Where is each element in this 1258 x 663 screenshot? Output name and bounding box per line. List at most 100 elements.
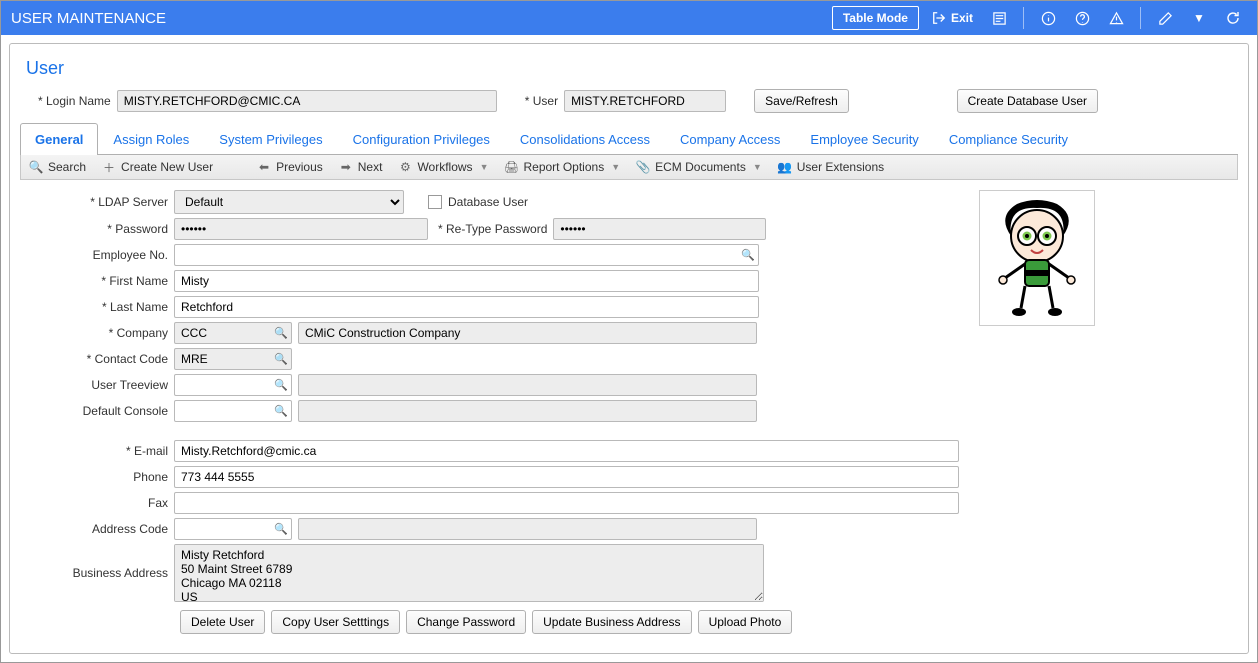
chevron-down-icon: ▼ [753,162,762,172]
upload-photo-button[interactable]: Upload Photo [698,610,793,634]
first-name-label: * First Name [26,274,174,288]
user-photo [979,190,1095,326]
arrow-right-icon: ➡ [339,160,353,174]
business-address-label: Business Address [26,566,174,580]
ecm-documents-tool[interactable]: 📎 ECM Documents ▼ [636,160,762,174]
login-name-label: * Login Name [26,94,111,108]
create-new-label: Create New User [121,160,213,174]
header-row: * Login Name * User Save/Refresh Create … [20,89,1238,113]
avatar-icon [987,198,1087,318]
alert-icon-button[interactable] [1102,6,1130,30]
tab-consolidations-access[interactable]: Consolidations Access [505,123,665,155]
previous-label: Previous [276,160,323,174]
phone-field[interactable] [174,466,959,488]
user-treeview-label: User Treeview [26,378,174,392]
ecm-documents-label: ECM Documents [655,160,746,174]
exit-icon [931,10,947,26]
add-user-icon: ＋ [102,160,116,174]
email-label: * E-mail [26,444,174,458]
user-treeview-field[interactable] [174,374,292,396]
workflows-tool[interactable]: ⚙ Workflows ▼ [398,160,488,174]
user-extensions-tool[interactable]: 👥 User Extensions [778,160,884,174]
info-icon-button[interactable] [1034,6,1062,30]
edit-icon-button[interactable] [1151,6,1179,30]
separator [1023,7,1024,29]
fax-field[interactable] [174,492,959,514]
tab-system-privileges[interactable]: System Privileges [204,123,337,155]
next-label: Next [358,160,383,174]
contact-code-label: * Contact Code [26,352,174,366]
tab-compliance-security[interactable]: Compliance Security [934,123,1083,155]
user-panel: User * Login Name * User Save/Refresh Cr… [9,43,1249,654]
default-console-field[interactable] [174,400,292,422]
form-column: * LDAP Server Default Database User * Pa… [26,190,959,634]
chevron-down-icon-button[interactable]: ▼ [1185,6,1213,30]
employee-no-field[interactable] [174,244,759,266]
toolbar: 🔍 Search ＋ Create New User ⬅ Previous ➡ … [20,155,1238,180]
form-area: * LDAP Server Default Database User * Pa… [20,180,1238,644]
info-icon [1040,10,1056,26]
panel-title: User [20,58,1238,79]
content-area: User * Login Name * User Save/Refresh Cr… [1,35,1257,662]
address-code-desc [298,518,757,540]
copy-user-settings-button[interactable]: Copy User Setttings [271,610,400,634]
separator [1140,7,1141,29]
phone-label: Phone [26,470,174,484]
save-refresh-button[interactable]: Save/Refresh [754,89,849,113]
database-user-checkbox[interactable] [428,195,442,209]
password-label: * Password [26,222,174,236]
email-field[interactable] [174,440,959,462]
database-user-label: Database User [448,195,528,209]
edit-icon [1157,10,1173,26]
chevron-down-icon: ▼ [480,162,489,172]
company-code-field[interactable] [174,322,292,344]
create-new-user-tool[interactable]: ＋ Create New User [102,160,213,174]
user-treeview-desc [298,374,757,396]
help-icon-button[interactable] [1068,6,1096,30]
tab-configuration-privileges[interactable]: Configuration Privileges [338,123,505,155]
arrow-left-icon: ⬅ [257,160,271,174]
login-name-field[interactable] [117,90,497,112]
previous-tool[interactable]: ⬅ Previous [257,160,323,174]
notes-icon-button[interactable] [985,6,1013,30]
ldap-server-select[interactable]: Default [174,190,404,214]
delete-user-button[interactable]: Delete User [180,610,265,634]
extension-icon: 👥 [778,160,792,174]
document-icon: 📎 [636,160,650,174]
refresh-icon-button[interactable] [1219,6,1247,30]
exit-button[interactable]: Exit [925,6,979,30]
report-options-tool[interactable]: 🖨 Report Options ▼ [504,160,620,174]
tab-assign-roles[interactable]: Assign Roles [98,123,204,155]
address-code-field[interactable] [174,518,292,540]
retype-password-label: * Re-Type Password [428,222,553,236]
tab-employee-security[interactable]: Employee Security [795,123,933,155]
change-password-button[interactable]: Change Password [406,610,526,634]
search-label: Search [48,160,86,174]
company-name-field [298,322,757,344]
user-label: * User [525,94,558,108]
contact-code-field[interactable] [174,348,292,370]
password-field[interactable] [174,218,428,240]
next-tool[interactable]: ➡ Next [339,160,383,174]
business-address-field[interactable]: Misty Retchford 50 Maint Street 6789 Chi… [174,544,764,602]
first-name-field[interactable] [174,270,759,292]
default-console-label: Default Console [26,404,174,418]
create-database-user-button[interactable]: Create Database User [957,89,1098,113]
workflows-label: Workflows [417,160,472,174]
update-business-address-button[interactable]: Update Business Address [532,610,691,634]
user-field[interactable] [564,90,726,112]
ldap-server-label: * LDAP Server [26,195,174,209]
retype-password-field[interactable] [553,218,766,240]
tab-company-access[interactable]: Company Access [665,123,795,155]
tab-general[interactable]: General [20,123,98,155]
refresh-icon [1225,10,1241,26]
photo-column [979,190,1095,634]
table-mode-button[interactable]: Table Mode [832,6,919,30]
search-tool[interactable]: 🔍 Search [29,160,86,174]
workflow-icon: ⚙ [398,160,412,174]
exit-label: Exit [951,11,973,25]
titlebar: USER MAINTENANCE Table Mode Exit [1,1,1257,35]
address-code-label: Address Code [26,522,174,536]
last-name-field[interactable] [174,296,759,318]
app-title: USER MAINTENANCE [11,10,166,27]
